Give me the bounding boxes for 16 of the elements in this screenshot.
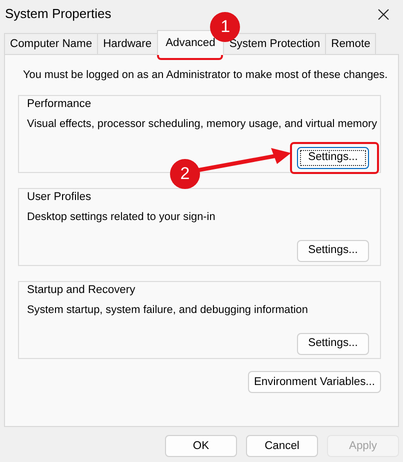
dialog-button[interactable]: OK — [165, 435, 237, 457]
window-title: System Properties — [5, 5, 112, 24]
step-badge: 2 — [170, 158, 200, 189]
group-title: Startup and Recovery — [27, 283, 138, 298]
tab[interactable]: Computer Name — [4, 33, 98, 54]
group-description: System startup, system failure, and debugging information — [27, 303, 308, 318]
notice-text: You must be logged on as an Administrator to make most of these changes. — [22, 68, 388, 83]
dialog-button[interactable]: Cancel — [246, 435, 318, 457]
close-icon — [378, 8, 388, 20]
environment-variables-button[interactable]: Environment Variables... — [248, 371, 381, 394]
settings-button[interactable]: Settings... — [297, 332, 369, 355]
settings-button[interactable]: Settings... — [297, 146, 369, 169]
group-description: Visual effects, processor scheduling, memory usage, and virtual memory — [27, 117, 378, 132]
tab[interactable]: Remote — [325, 33, 376, 54]
group-description: Desktop settings related to your sign-in — [27, 210, 216, 226]
settings-button[interactable]: Settings... — [297, 240, 369, 262]
